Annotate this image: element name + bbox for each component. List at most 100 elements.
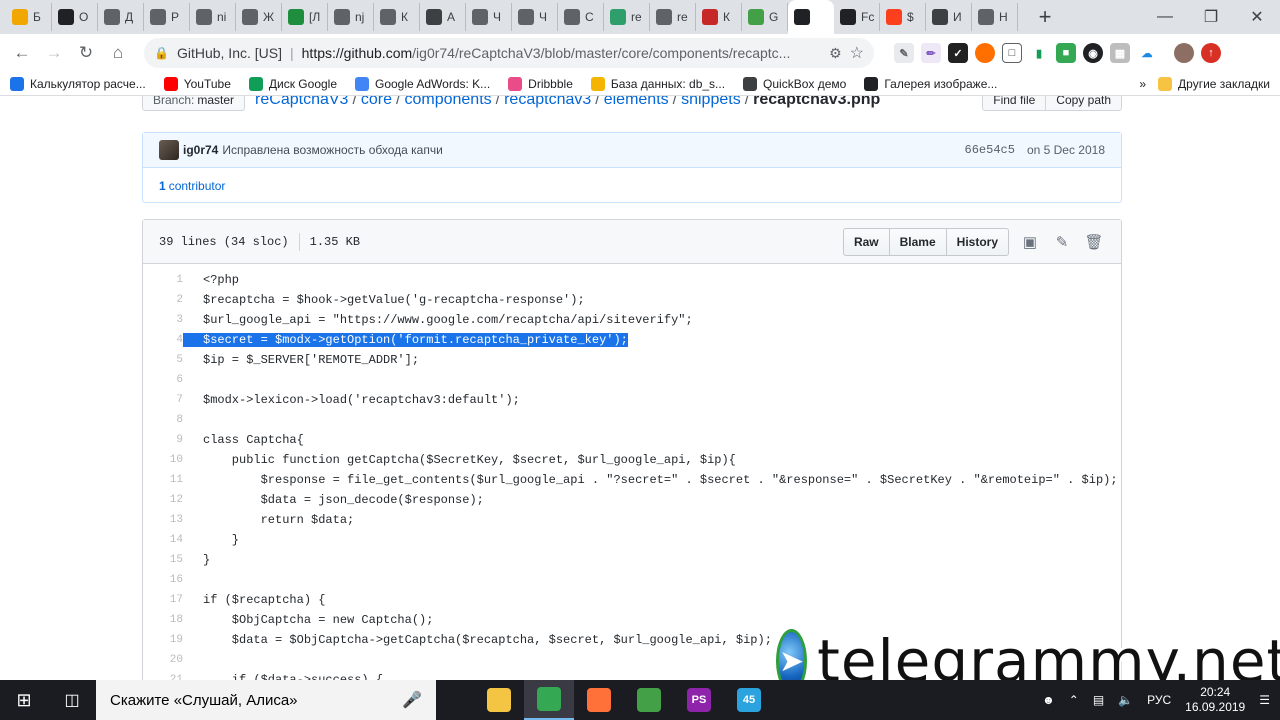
line-number[interactable]: 17 — [143, 594, 183, 606]
browser-tab[interactable]: ni — [190, 3, 236, 31]
breadcrumb-link[interactable]: snippets — [681, 96, 741, 108]
ext-gray-icon[interactable]: ▦ — [1110, 43, 1130, 63]
line-number[interactable]: 3 — [143, 314, 183, 326]
bookmark-item[interactable]: YouTube — [163, 76, 231, 91]
desktop-icon[interactable]: ▣ — [1019, 231, 1041, 253]
copy-path-button[interactable]: Copy path — [1046, 96, 1122, 111]
ext-green-icon[interactable]: ■ — [1056, 43, 1076, 63]
code-text[interactable]: if ($data->success) { — [183, 673, 383, 680]
code-text[interactable]: if ($recaptcha) { — [183, 593, 325, 607]
breadcrumb-link[interactable]: recaptchav3 — [504, 96, 591, 108]
browser-tab[interactable]: Ч — [466, 3, 512, 31]
microphone-icon[interactable]: 🎤 — [402, 690, 422, 710]
update-icon[interactable]: ↑ — [1201, 43, 1221, 63]
browser-tab[interactable]: Б — [6, 3, 52, 31]
taskbar-app[interactable] — [474, 680, 524, 720]
raw-button[interactable]: Raw — [842, 227, 890, 256]
task-view-icon[interactable]: ◫ — [48, 680, 96, 720]
commit-author[interactable]: ig0r74 — [183, 143, 218, 157]
breadcrumb-link[interactable]: components — [404, 96, 491, 108]
browser-tab[interactable]: Ч — [512, 3, 558, 31]
history-button[interactable]: History — [945, 227, 1009, 256]
line-number[interactable]: 4 — [143, 334, 183, 346]
ext-reader-icon[interactable]: ✎ — [894, 43, 914, 63]
code-text[interactable]: $response = file_get_contents($url_googl… — [183, 473, 1118, 487]
forward-icon[interactable]: → — [40, 39, 68, 67]
browser-tab[interactable]: А — [420, 3, 466, 31]
bookmark-item[interactable]: QuickBox демо — [743, 76, 846, 91]
code-text[interactable]: <?php — [183, 273, 239, 287]
ext-pen-icon[interactable]: ✏ — [921, 43, 941, 63]
browser-tab[interactable]: re — [604, 3, 650, 31]
code-text[interactable]: return $data; — [183, 513, 355, 527]
bookmark-item[interactable]: База данных: db_s... — [590, 76, 725, 91]
browser-tab[interactable]: С — [558, 3, 604, 31]
notifications-icon[interactable]: ☰ — [1259, 693, 1270, 707]
breadcrumb-link[interactable]: reCaptchaV3 — [255, 96, 348, 108]
line-number[interactable]: 16 — [143, 574, 183, 586]
home-icon[interactable]: ⌂ — [104, 39, 132, 67]
line-number[interactable]: 12 — [143, 494, 183, 506]
code-text[interactable]: $ip = $_SERVER['REMOTE_ADDR']; — [183, 353, 419, 367]
line-number[interactable]: 9 — [143, 434, 183, 446]
browser-tab[interactable]: $ — [880, 3, 926, 31]
author-avatar[interactable] — [159, 140, 179, 160]
line-number[interactable]: 13 — [143, 514, 183, 526]
code-text[interactable]: public function getCaptcha($SecretKey, $… — [183, 453, 736, 467]
browser-tab[interactable]: К — [696, 3, 742, 31]
bookmark-star-icon[interactable]: ☆ — [850, 43, 864, 63]
close-icon[interactable]: ✕ — [1234, 0, 1280, 34]
line-number[interactable]: 5 — [143, 354, 183, 366]
taskbar-app[interactable] — [574, 680, 624, 720]
windows-start-icon[interactable]: ⊞ — [0, 680, 48, 720]
taskbar-search[interactable]: Скажите «Слушай, Алиса» 🎤 — [96, 680, 436, 720]
browser-tab[interactable] — [788, 0, 834, 34]
browser-tab[interactable]: Н — [972, 3, 1018, 31]
browser-tab[interactable]: Р — [144, 3, 190, 31]
line-number[interactable]: 6 — [143, 374, 183, 386]
line-number[interactable]: 7 — [143, 394, 183, 406]
address-bar[interactable]: 🔒 GitHub, Inc. [US] | https://github.com… — [144, 38, 874, 68]
ext-check-icon[interactable]: ✓ — [948, 43, 968, 63]
browser-tab[interactable]: nj — [328, 3, 374, 31]
browser-tab[interactable]: Ж — [236, 3, 282, 31]
ext-circle-icon[interactable] — [975, 43, 995, 63]
browser-tab[interactable]: Fc — [834, 3, 880, 31]
ext-cloud-icon[interactable]: ☁ — [1137, 43, 1157, 63]
bookmark-item[interactable]: Галерея изображе... — [864, 76, 997, 91]
line-number[interactable]: 8 — [143, 414, 183, 426]
bookmarks-more-button[interactable]: » — [1139, 77, 1146, 91]
code-text[interactable]: $modx->lexicon->load('recaptchav3:defaul… — [183, 393, 520, 407]
find-file-button[interactable]: Find file — [982, 96, 1047, 111]
code-text[interactable]: $secret = $modx->getOption('formit.recap… — [183, 333, 628, 347]
browser-tab[interactable]: [Л — [282, 3, 328, 31]
volume-icon[interactable]: 🔈 — [1118, 693, 1133, 707]
taskbar-app[interactable]: PS — [674, 680, 724, 720]
line-number[interactable]: 20 — [143, 654, 183, 666]
line-number[interactable]: 15 — [143, 554, 183, 566]
bookmark-item[interactable]: Диск Google — [248, 76, 337, 91]
code-text[interactable]: } — [183, 533, 239, 547]
ext-screenshot-icon[interactable]: □ — [1002, 43, 1022, 63]
minimize-icon[interactable]: — — [1142, 0, 1188, 34]
line-number[interactable]: 18 — [143, 614, 183, 626]
bookmark-item[interactable]: Google AdWords: K... — [355, 76, 490, 91]
commit-message[interactable]: Исправлена возможность обхода капчи — [222, 143, 442, 157]
language-indicator[interactable]: РУС — [1147, 693, 1171, 707]
taskbar-app[interactable] — [524, 680, 574, 720]
reload-icon[interactable]: ↻ — [72, 39, 100, 67]
code-text[interactable]: $ObjCaptcha = new Captcha(); — [183, 613, 434, 627]
code-text[interactable]: $data = $ObjCaptcha->getCaptcha($recaptc… — [183, 633, 772, 647]
pencil-icon[interactable]: ✎ — [1051, 231, 1073, 253]
line-number[interactable]: 1 — [143, 274, 183, 286]
bookmark-item[interactable]: Калькулятор расче... — [10, 76, 146, 91]
browser-tab[interactable]: Д — [98, 3, 144, 31]
line-number[interactable]: 14 — [143, 534, 183, 546]
other-bookmarks[interactable]: Другие закладки — [1158, 76, 1270, 91]
line-number[interactable]: 11 — [143, 474, 183, 486]
taskbar-app[interactable]: 45 — [724, 680, 774, 720]
code-text[interactable]: $data = json_decode($response); — [183, 493, 484, 507]
profile-avatar[interactable] — [1174, 43, 1194, 63]
maximize-icon[interactable]: ❐ — [1188, 0, 1234, 34]
new-tab-button[interactable]: + — [1028, 0, 1062, 34]
